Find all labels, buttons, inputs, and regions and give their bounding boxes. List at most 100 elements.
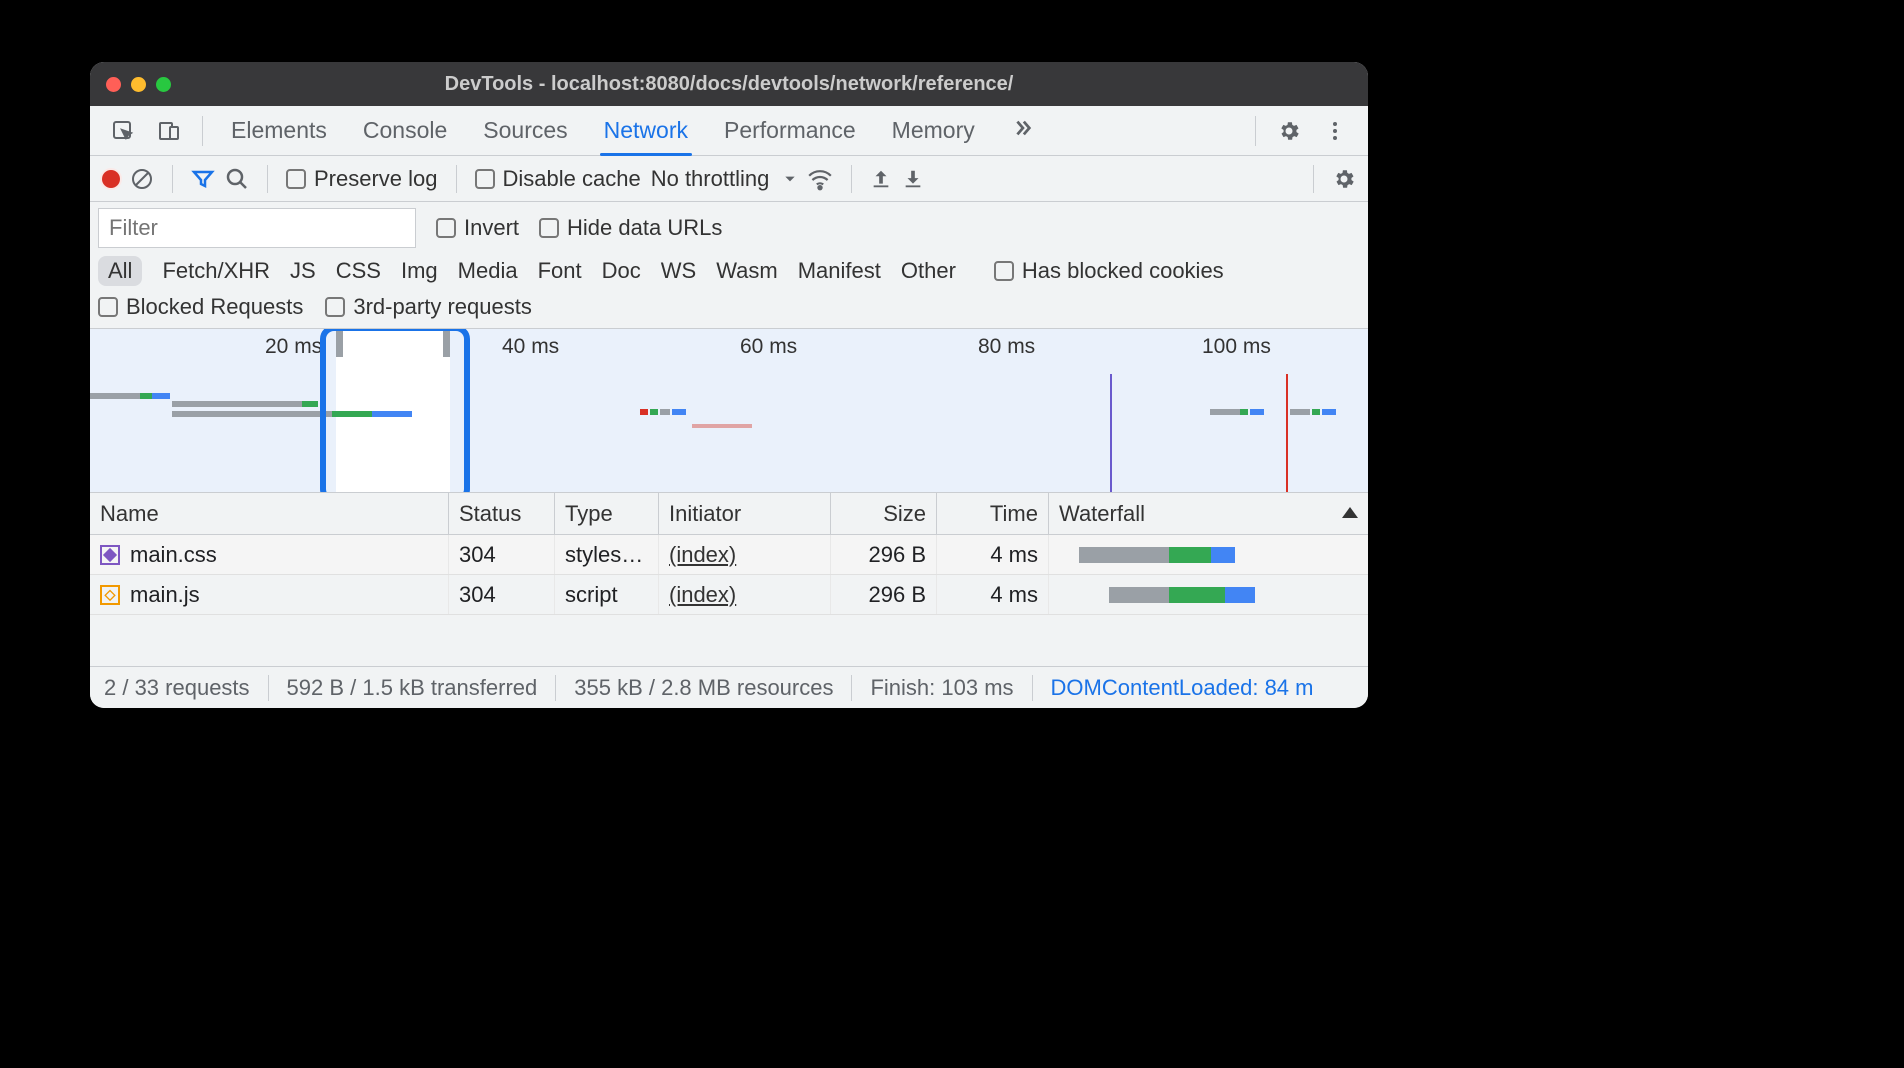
column-size[interactable]: Size — [830, 493, 936, 534]
network-settings-icon[interactable] — [1332, 167, 1356, 191]
timeline-bar — [1290, 409, 1310, 415]
filter-type-media[interactable]: Media — [458, 258, 518, 284]
invert-label: Invert — [464, 215, 519, 241]
filter-type-font[interactable]: Font — [538, 258, 582, 284]
filter-type-img[interactable]: Img — [401, 258, 438, 284]
throttling-value: No throttling — [651, 166, 770, 192]
timeline-bar — [672, 409, 686, 415]
record-button[interactable] — [102, 170, 120, 188]
filter-type-css[interactable]: CSS — [336, 258, 381, 284]
timeline-tick: 20 ms — [265, 335, 322, 359]
timeline-overview[interactable]: 20 ms 40 ms 60 ms 80 ms 100 ms — [90, 328, 1368, 493]
clear-icon[interactable] — [130, 167, 154, 191]
filter-type-other[interactable]: Other — [901, 258, 956, 284]
request-status: 304 — [448, 575, 554, 614]
preserve-log-checkbox[interactable]: Preserve log — [286, 166, 438, 192]
tab-more-icon[interactable] — [1011, 117, 1033, 144]
hide-data-urls-checkbox[interactable]: Hide data URLs — [539, 215, 722, 241]
column-name[interactable]: Name — [90, 493, 448, 534]
table-row[interactable]: ◇ main.js 304 script (index) 296 B 4 ms — [90, 575, 1368, 615]
column-waterfall[interactable]: Waterfall — [1048, 493, 1368, 534]
main-tabbar: Elements Console Sources Network Perform… — [90, 106, 1368, 156]
timeline-selection-handle-left[interactable] — [336, 329, 343, 357]
download-har-icon[interactable] — [902, 168, 924, 190]
column-waterfall-label: Waterfall — [1059, 501, 1145, 527]
tab-performance[interactable]: Performance — [724, 117, 856, 144]
request-time: 4 ms — [936, 575, 1048, 614]
stylesheet-file-icon — [100, 545, 120, 565]
timeline-bar — [640, 409, 648, 415]
status-transferred: 592 B / 1.5 kB transferred — [287, 675, 538, 701]
timeline-bar — [692, 424, 752, 428]
disable-cache-checkbox[interactable]: Disable cache — [475, 166, 641, 192]
device-toolbar-icon[interactable] — [152, 114, 186, 148]
throttling-dropdown[interactable]: No throttling — [651, 166, 798, 192]
request-initiator-link[interactable]: (index) — [669, 582, 736, 608]
requests-table-body: main.css 304 styles… (index) 296 B 4 ms … — [90, 535, 1368, 615]
filter-bar: Invert Hide data URLs — [90, 202, 1368, 252]
blocked-requests-checkbox[interactable]: Blocked Requests — [98, 294, 303, 320]
timeline-bar — [372, 411, 412, 417]
filter-input[interactable] — [98, 208, 416, 248]
window-title: DevTools - localhost:8080/docs/devtools/… — [90, 73, 1368, 96]
filter-type-js[interactable]: JS — [290, 258, 316, 284]
script-file-icon: ◇ — [100, 585, 120, 605]
filter-type-all[interactable]: All — [98, 256, 142, 286]
request-name: main.js — [130, 582, 200, 608]
request-size: 296 B — [830, 535, 936, 574]
timeline-bar — [140, 393, 152, 399]
disable-cache-label: Disable cache — [503, 166, 641, 192]
filter-type-doc[interactable]: Doc — [602, 258, 641, 284]
timeline-tick: 100 ms — [1202, 335, 1271, 359]
timeline-bar — [90, 393, 140, 399]
timeline-selection-handle-right[interactable] — [443, 329, 450, 357]
request-waterfall — [1048, 535, 1368, 574]
timeline-bar — [172, 401, 302, 407]
tab-elements[interactable]: Elements — [231, 117, 327, 144]
column-status[interactable]: Status — [448, 493, 554, 534]
search-icon[interactable] — [225, 167, 249, 191]
timeline-bar — [172, 411, 332, 417]
request-type: script — [554, 575, 658, 614]
column-type[interactable]: Type — [554, 493, 658, 534]
tab-console[interactable]: Console — [363, 117, 447, 144]
kebab-menu-icon[interactable] — [1318, 114, 1352, 148]
request-waterfall — [1048, 575, 1368, 614]
inspect-element-icon[interactable] — [106, 114, 140, 148]
timeline-bar — [1240, 409, 1248, 415]
timeline-bar — [1210, 409, 1240, 415]
status-resources: 355 kB / 2.8 MB resources — [574, 675, 833, 701]
request-size: 296 B — [830, 575, 936, 614]
table-row[interactable]: main.css 304 styles… (index) 296 B 4 ms — [90, 535, 1368, 575]
blocked-requests-label: Blocked Requests — [126, 294, 303, 320]
has-blocked-cookies-label: Has blocked cookies — [1022, 258, 1224, 284]
has-blocked-cookies-checkbox[interactable]: Has blocked cookies — [994, 258, 1224, 284]
timeline-bar — [1322, 409, 1336, 415]
network-toolbar: Preserve log Disable cache No throttling — [90, 156, 1368, 202]
filter-type-ws[interactable]: WS — [661, 258, 696, 284]
timeline-tick: 80 ms — [978, 335, 1035, 359]
filter-icon[interactable] — [191, 167, 215, 191]
upload-har-icon[interactable] — [870, 168, 892, 190]
status-bar: 2 / 33 requests 592 B / 1.5 kB transferr… — [90, 666, 1368, 708]
filter-type-manifest[interactable]: Manifest — [798, 258, 881, 284]
request-initiator-link[interactable]: (index) — [669, 542, 736, 568]
tab-sources[interactable]: Sources — [483, 117, 567, 144]
request-type: styles… — [554, 535, 658, 574]
preserve-log-label: Preserve log — [314, 166, 438, 192]
third-party-requests-checkbox[interactable]: 3rd-party requests — [325, 294, 532, 320]
status-domcontentloaded: DOMContentLoaded: 84 m — [1051, 675, 1314, 701]
timeline-tick: 60 ms — [740, 335, 797, 359]
timeline-bar — [302, 401, 318, 407]
settings-icon[interactable] — [1272, 114, 1306, 148]
request-status: 304 — [448, 535, 554, 574]
filter-type-wasm[interactable]: Wasm — [716, 258, 778, 284]
filter-type-fetchxhr[interactable]: Fetch/XHR — [162, 258, 270, 284]
column-time[interactable]: Time — [936, 493, 1048, 534]
network-conditions-icon[interactable] — [807, 166, 833, 192]
column-initiator[interactable]: Initiator — [658, 493, 830, 534]
invert-checkbox[interactable]: Invert — [436, 215, 519, 241]
tab-memory[interactable]: Memory — [892, 117, 975, 144]
tab-network[interactable]: Network — [604, 117, 688, 144]
request-time: 4 ms — [936, 535, 1048, 574]
